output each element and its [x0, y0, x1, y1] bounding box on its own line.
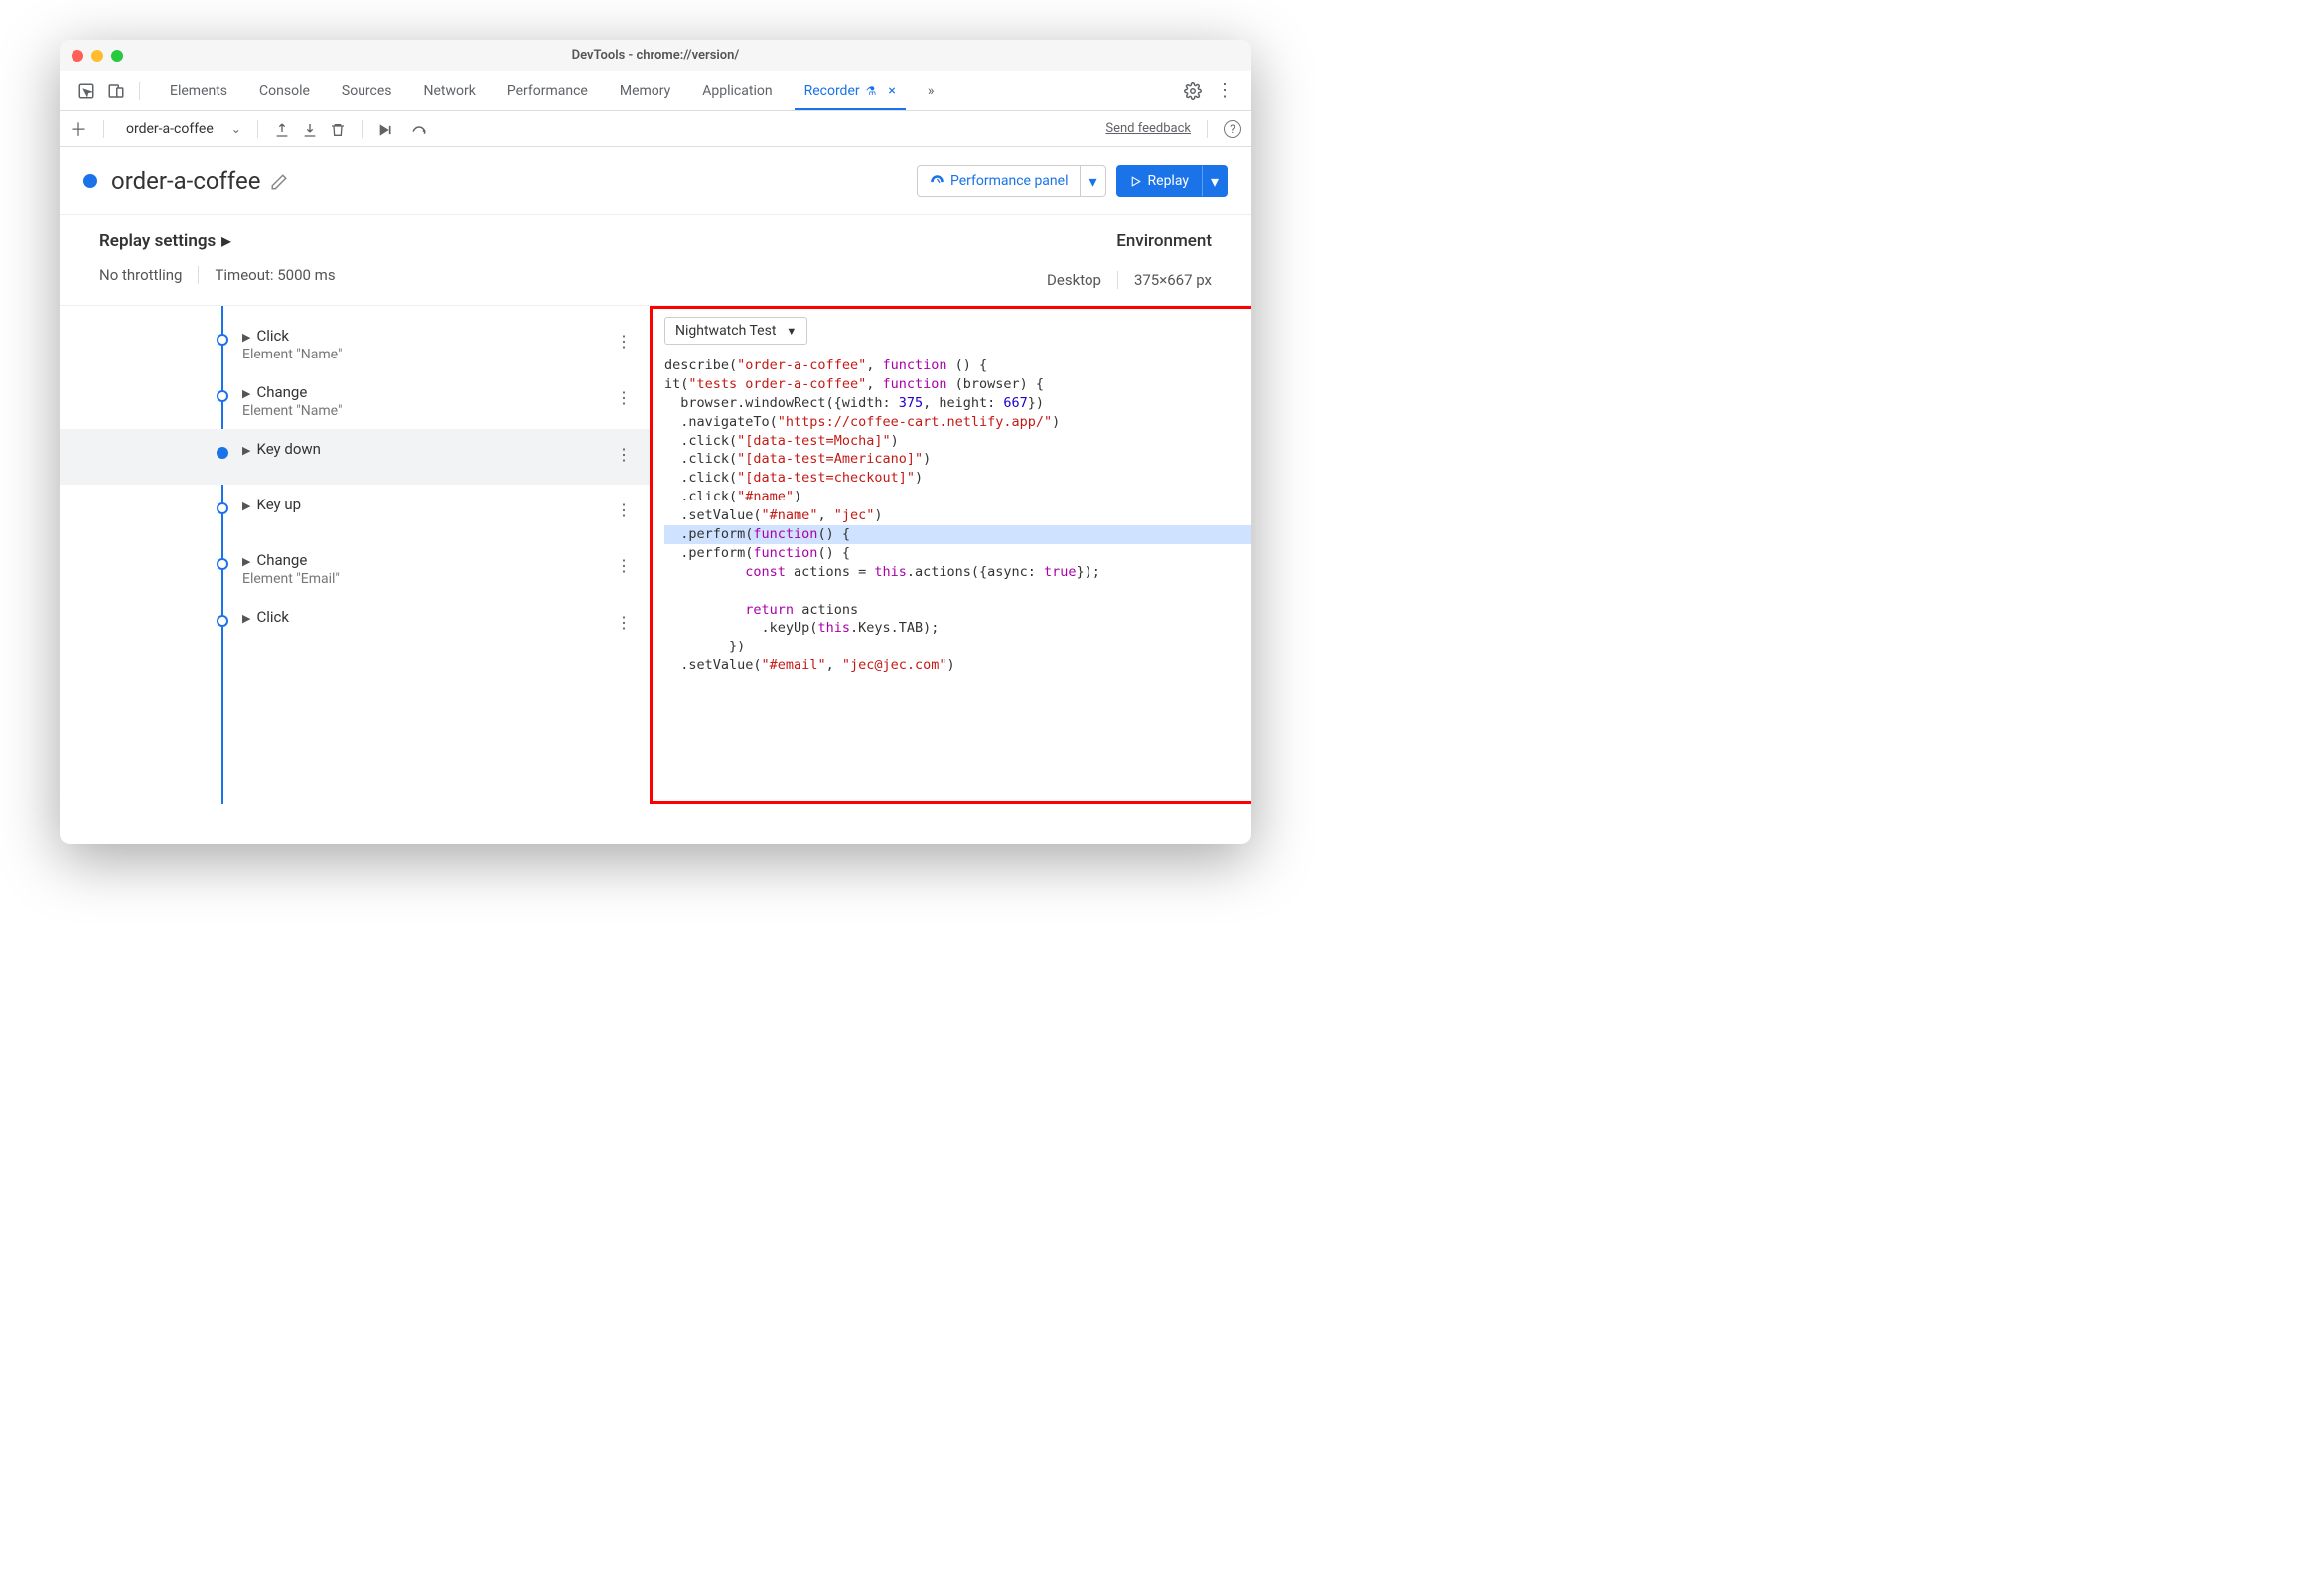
step-subtitle: Element "Name": [242, 347, 342, 362]
replay-settings-section: Replay settings ▶ Environment No throttl…: [60, 215, 1251, 306]
chevron-right-icon: ▶: [242, 331, 250, 344]
step-menu-icon[interactable]: ⋮: [616, 388, 632, 407]
add-recording-button[interactable]: ＋: [70, 116, 87, 142]
recording-header: order-a-coffee Performance panel ▾ Repla…: [60, 147, 1251, 215]
chevron-right-icon: ▶: [242, 500, 250, 512]
performance-panel-button-group: Performance panel ▾: [917, 165, 1106, 197]
replay-button-group: Replay ▾: [1116, 165, 1228, 197]
device-value: Desktop: [1047, 271, 1101, 289]
step-item[interactable]: ▶ Change Element "Email" ⋮: [60, 540, 650, 597]
timeout-value: Timeout: 5000 ms: [215, 266, 335, 284]
window-title: DevTools - chrome://version/: [60, 48, 1251, 63]
devtools-tabbar: ElementsConsoleSourcesNetworkPerformance…: [60, 72, 1251, 111]
step-item[interactable]: ▶ Click ⋮: [60, 597, 650, 652]
tab-network[interactable]: Network: [408, 72, 492, 110]
more-tabs-button[interactable]: »: [912, 72, 950, 110]
recording-title: order-a-coffee: [111, 167, 260, 195]
recorder-toolbar: ＋ order-a-coffee ⌄ Send feedback ?: [60, 111, 1251, 147]
edit-title-icon[interactable]: [270, 171, 288, 191]
export-format-dropdown[interactable]: Nightwatch Test ▼: [664, 317, 807, 345]
step-title: Click: [256, 327, 289, 345]
step-dot-icon: [217, 615, 228, 627]
code-view[interactable]: describe("order-a-coffee", function () {…: [653, 353, 1251, 801]
step-menu-icon[interactable]: ⋮: [616, 445, 632, 464]
viewport-value: 375×667 px: [1134, 271, 1212, 289]
main-area: ▶ Click Element "Name" ⋮ ▶ Change Element "Nam…: [60, 306, 1251, 804]
performance-panel-dropdown[interactable]: ▾: [1081, 165, 1105, 197]
replay-button[interactable]: Replay: [1116, 165, 1202, 197]
step-dot-icon: [217, 502, 228, 514]
step-item[interactable]: ▶ Key up ⋮: [60, 485, 650, 540]
code-export-panel: Nightwatch Test ▼ ✕ describe("order-a-co…: [650, 306, 1251, 804]
delete-icon[interactable]: [330, 119, 346, 138]
devtools-window: DevTools - chrome://version/ ElementsCon…: [60, 40, 1251, 844]
send-feedback-link[interactable]: Send feedback: [1105, 121, 1191, 136]
play-icon: [1129, 175, 1142, 188]
chevron-down-icon: ▼: [786, 325, 797, 338]
step-subtitle: Element "Name": [242, 403, 342, 419]
performance-panel-button[interactable]: Performance panel: [917, 165, 1082, 197]
recording-status-dot-icon: [83, 174, 97, 188]
tab-elements[interactable]: Elements: [154, 72, 243, 110]
step-menu-icon[interactable]: ⋮: [616, 332, 632, 351]
step-title: Click: [256, 608, 289, 626]
step-menu-icon[interactable]: ⋮: [616, 613, 632, 632]
step-title: Key up: [256, 496, 301, 513]
step-subtitle: Element "Email": [242, 571, 340, 587]
tab-close-icon[interactable]: ×: [888, 83, 895, 99]
inspect-icon[interactable]: [77, 81, 95, 101]
step-menu-icon[interactable]: ⋮: [616, 500, 632, 519]
device-toggle-icon[interactable]: [107, 81, 125, 101]
step-title: Change: [256, 383, 307, 401]
step-menu-icon[interactable]: ⋮: [616, 556, 632, 575]
recording-name: order-a-coffee: [120, 121, 219, 137]
step-dot-icon: [217, 334, 228, 346]
tab-recorder[interactable]: Recorder⚗×: [789, 72, 912, 110]
chevron-right-icon: ▶: [242, 387, 250, 400]
step-title: Change: [256, 551, 307, 569]
tab-sources[interactable]: Sources: [326, 72, 408, 110]
chevron-right-icon: ▶: [242, 612, 250, 625]
step-dot-icon: [217, 390, 228, 402]
environment-title: Environment: [1116, 231, 1212, 251]
tab-application[interactable]: Application: [686, 72, 788, 110]
throttling-value: No throttling: [99, 266, 182, 284]
help-icon[interactable]: ?: [1224, 120, 1241, 138]
export-icon[interactable]: [274, 119, 290, 138]
step-icon[interactable]: [410, 119, 428, 138]
step-dot-icon: [217, 558, 228, 570]
chevron-down-icon[interactable]: ⌄: [231, 122, 241, 136]
replay-dropdown[interactable]: ▾: [1202, 165, 1228, 197]
step-item[interactable]: ▶ Click Element "Name" ⋮: [60, 316, 650, 372]
settings-gear-icon[interactable]: [1184, 81, 1202, 101]
experiment-flask-icon: ⚗: [866, 84, 877, 98]
tab-memory[interactable]: Memory: [604, 72, 686, 110]
step-dot-icon: [217, 447, 228, 459]
step-item[interactable]: ▶ Change Element "Name" ⋮: [60, 372, 650, 429]
tab-performance[interactable]: Performance: [492, 72, 604, 110]
titlebar: DevTools - chrome://version/: [60, 40, 1251, 72]
gauge-icon: [930, 174, 944, 189]
chevron-right-icon: ▶: [242, 444, 250, 457]
replay-settings-toggle[interactable]: Replay settings ▶: [99, 231, 230, 251]
step-over-icon[interactable]: [378, 119, 398, 138]
import-icon[interactable]: [302, 119, 318, 138]
chevron-right-icon: ▶: [221, 234, 230, 248]
kebab-menu-icon[interactable]: ⋮: [1216, 80, 1234, 101]
step-title: Key down: [256, 440, 320, 458]
steps-timeline: ▶ Click Element "Name" ⋮ ▶ Change Element "Nam…: [60, 306, 650, 804]
step-item[interactable]: ▶ Key down ⋮: [60, 429, 650, 485]
chevron-right-icon: ▶: [242, 555, 250, 568]
tab-console[interactable]: Console: [243, 72, 326, 110]
